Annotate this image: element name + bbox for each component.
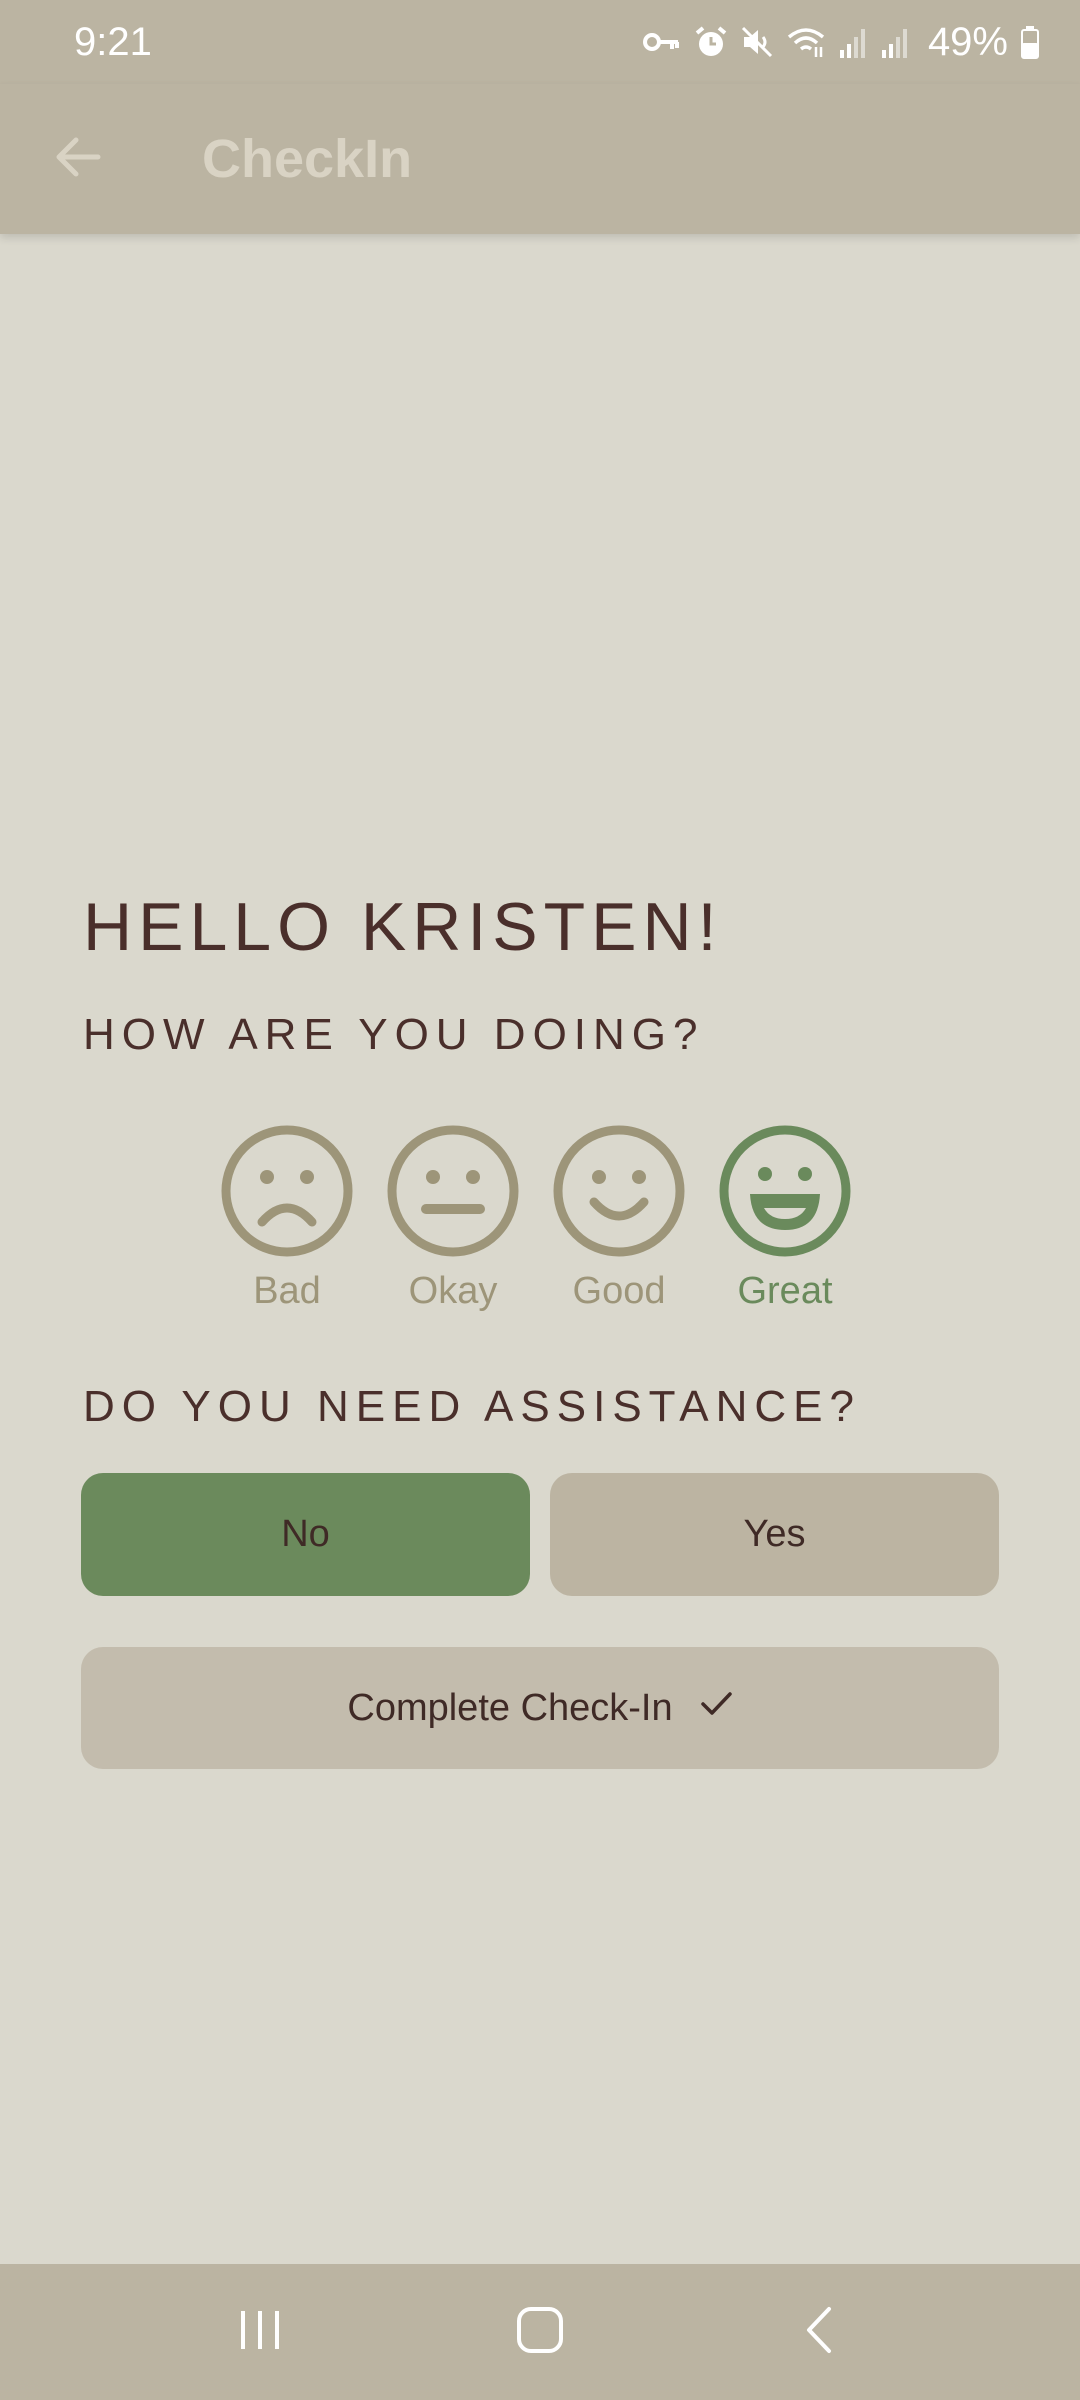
- recent-apps-icon: [235, 2305, 285, 2360]
- recent-apps-button[interactable]: [210, 2282, 310, 2382]
- mood-selector: Bad Okay Good Great: [220, 1124, 852, 1313]
- app-title: CheckIn: [202, 129, 413, 189]
- app-bar: CheckIn: [0, 84, 1080, 234]
- status-icons: 49%: [642, 20, 1040, 65]
- assistance-yes-button[interactable]: Yes: [550, 1473, 999, 1596]
- status-bar: 9:21 49%: [0, 0, 1080, 84]
- arrow-back-icon: [52, 131, 104, 188]
- battery-icon: [1020, 25, 1040, 59]
- back-icon: [795, 2305, 845, 2360]
- mood-option-bad[interactable]: Bad: [220, 1124, 354, 1313]
- mood-label: Good: [572, 1270, 666, 1312]
- complete-check-in-label: Complete Check-In: [347, 1686, 673, 1729]
- mood-option-great[interactable]: Great: [718, 1124, 852, 1313]
- greeting-heading: HELLO KRISTEN!: [83, 889, 723, 965]
- vpn-key-icon: [642, 27, 682, 57]
- mood-question: HOW ARE YOU DOING?: [83, 1010, 705, 1059]
- check-icon: [699, 1686, 733, 1730]
- status-time: 9:21: [74, 19, 152, 64]
- assistance-no-button[interactable]: No: [81, 1473, 530, 1596]
- complete-check-in-button[interactable]: Complete Check-In: [81, 1647, 999, 1769]
- grin-face-icon: [718, 1124, 852, 1258]
- nav-back-button[interactable]: [770, 2282, 870, 2382]
- assistance-question: DO YOU NEED ASSISTANCE?: [83, 1382, 861, 1431]
- mood-label: Great: [737, 1270, 833, 1312]
- sad-face-icon: [220, 1124, 354, 1258]
- back-button[interactable]: [38, 119, 118, 199]
- signal-icon: [838, 26, 868, 58]
- system-nav-bar: [0, 2264, 1080, 2400]
- neutral-face-icon: [386, 1124, 520, 1258]
- home-icon: [515, 2305, 565, 2360]
- mute-icon: [740, 25, 774, 59]
- home-button[interactable]: [490, 2282, 590, 2382]
- mood-label: Okay: [408, 1270, 498, 1312]
- battery-percentage: 49%: [927, 19, 1008, 64]
- mood-label: Bad: [253, 1270, 321, 1312]
- smile-face-icon: [552, 1124, 686, 1258]
- signal-icon: [880, 26, 910, 58]
- alarm-icon: [694, 25, 728, 59]
- mood-option-good[interactable]: Good: [552, 1124, 686, 1313]
- wifi-icon: [786, 25, 826, 59]
- mood-option-okay[interactable]: Okay: [386, 1124, 520, 1313]
